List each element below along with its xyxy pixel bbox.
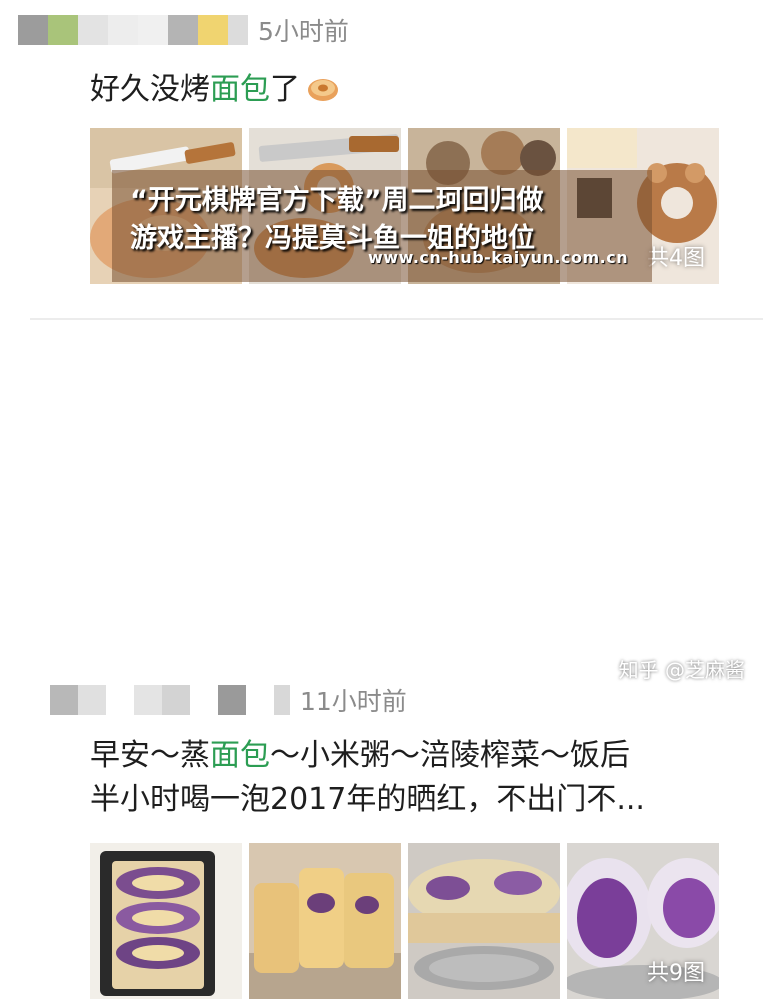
feed-post-2: 11小时前 早安～蒸面包～小米粥～涪陵榨菜～饭后 半小时喝一泡2017年的晒红，… [0, 330, 763, 999]
image-grid: 共9图 [90, 843, 719, 999]
overlay-headline-line1: “开元棋牌官方下载”周二珂回归做 [130, 185, 544, 216]
blurred-username[interactable] [18, 15, 248, 45]
post-text-line1: 早安～蒸面包～小米粥～涪陵榨菜～饭后 [90, 738, 630, 773]
image-count-badge[interactable]: 共9图 [647, 955, 705, 987]
blurred-username[interactable] [50, 685, 290, 715]
photo-thumbnail[interactable] [408, 843, 560, 999]
keyword-highlight[interactable]: 面包 [210, 72, 270, 107]
photo-thumbnail[interactable]: 共9图 [567, 843, 719, 999]
post-time: 11小时前 [300, 687, 407, 716]
post-divider [30, 318, 763, 320]
zhihu-watermark: 知乎 @芝麻酱 [618, 658, 745, 682]
bread-emoji-icon [306, 72, 340, 102]
photo-thumbnail[interactable] [90, 843, 242, 999]
post-time: 5小时前 [258, 17, 349, 46]
image-count-badge[interactable]: 共4图 [647, 240, 705, 272]
post-text: 早安～蒸面包～小米粥～涪陵榨菜～饭后 半小时喝一泡2017年的晒红，不出门不..… [90, 734, 645, 822]
post-text: 好久没烤面包了 [90, 68, 340, 112]
post-header: 11小时前 [50, 682, 407, 718]
photo-thumbnail[interactable] [249, 843, 401, 999]
keyword-highlight[interactable]: 面包 [210, 738, 270, 773]
overlay-url: www.cn-hub-kaiyun.com.cn [368, 248, 629, 267]
post-header: 5小时前 [18, 12, 349, 48]
post-text-line2: 半小时喝一泡2017年的晒红，不出门不... [90, 782, 645, 817]
